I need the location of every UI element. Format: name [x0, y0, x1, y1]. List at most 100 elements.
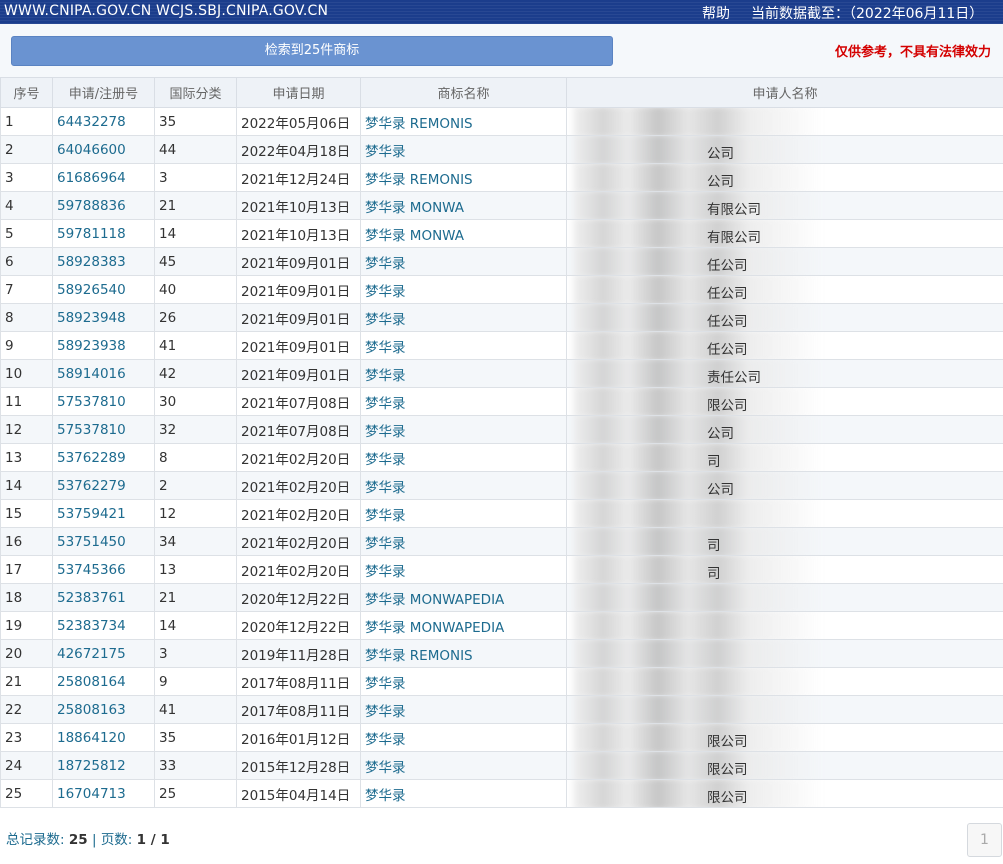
- trademark-name-link[interactable]: 梦华录: [360, 331, 567, 360]
- registration-number-link[interactable]: 58914016: [52, 359, 155, 388]
- intl-class: 14: [154, 611, 237, 640]
- registration-number-link[interactable]: 64046600: [52, 135, 155, 164]
- table-row[interactable]: 7 58926540 40 2021年09月01日 梦华录 任公司: [0, 275, 1003, 304]
- table-row[interactable]: 14 53762279 2 2021年02月20日 梦华录 公司: [0, 471, 1003, 500]
- trademark-name-link[interactable]: 梦华录: [360, 779, 567, 808]
- intl-class: 2: [154, 471, 237, 500]
- trademark-name-link[interactable]: 梦华录 MONWA: [360, 191, 567, 220]
- trademark-name-link[interactable]: 梦华录: [360, 135, 567, 164]
- trademark-name-link[interactable]: 梦华录: [360, 303, 567, 332]
- table-row[interactable]: 17 53745366 13 2021年02月20日 梦华录 司: [0, 555, 1003, 584]
- registration-number-link[interactable]: 16704713: [52, 779, 155, 808]
- registration-number-link[interactable]: 58923938: [52, 331, 155, 360]
- trademark-name-link[interactable]: 梦华录: [360, 527, 567, 556]
- page-button[interactable]: 1: [967, 823, 1002, 857]
- table-row[interactable]: 24 18725812 33 2015年12月28日 梦华录 限公司: [0, 751, 1003, 780]
- application-date: 2019年11月28日: [236, 639, 361, 668]
- registration-number-link[interactable]: 53762289: [52, 443, 155, 472]
- table-row[interactable]: 16 53751450 34 2021年02月20日 梦华录 司: [0, 527, 1003, 556]
- trademark-name-link[interactable]: 梦华录: [360, 695, 567, 724]
- table-row[interactable]: 21 25808164 9 2017年08月11日 梦华录: [0, 667, 1003, 696]
- table-row[interactable]: 10 58914016 42 2021年09月01日 梦华录 责任公司: [0, 359, 1003, 388]
- trademark-name-link[interactable]: 梦华录: [360, 415, 567, 444]
- table-row[interactable]: 6 58928383 45 2021年09月01日 梦华录 任公司: [0, 247, 1003, 276]
- registration-number-link[interactable]: 53762279: [52, 471, 155, 500]
- trademark-name-link[interactable]: 梦华录 MONWA: [360, 219, 567, 248]
- table-row[interactable]: 3 61686964 3 2021年12月24日 梦华录 REMONIS 公司: [0, 163, 1003, 192]
- table-row[interactable]: 4 59788836 21 2021年10月13日 梦华录 MONWA 有限公司: [0, 191, 1003, 220]
- applicant-name-tail: 限公司: [707, 790, 748, 806]
- row-number: 2: [0, 135, 53, 164]
- trademark-name-link[interactable]: 梦华录: [360, 723, 567, 752]
- trademark-name-link[interactable]: 梦华录: [360, 443, 567, 472]
- col-header-applicant[interactable]: 申请人名称: [566, 77, 1003, 108]
- registration-number-link[interactable]: 52383761: [52, 583, 155, 612]
- col-header-reg[interactable]: 申请/注册号: [52, 77, 155, 108]
- row-number: 15: [0, 499, 53, 528]
- registration-number-link[interactable]: 57537810: [52, 387, 155, 416]
- registration-number-link[interactable]: 53759421: [52, 499, 155, 528]
- intl-class: 44: [154, 135, 237, 164]
- registration-number-link[interactable]: 58928383: [52, 247, 155, 276]
- registration-number-link[interactable]: 58926540: [52, 275, 155, 304]
- trademark-name-link[interactable]: 梦华录 REMONIS: [360, 639, 567, 668]
- col-header-date[interactable]: 申请日期: [236, 77, 361, 108]
- application-date: 2021年10月13日: [236, 219, 361, 248]
- col-header-no[interactable]: 序号: [0, 77, 53, 108]
- registration-number-link[interactable]: 53751450: [52, 527, 155, 556]
- table-row[interactable]: 18 52383761 21 2020年12月22日 梦华录 MONWAPEDIA: [0, 583, 1003, 612]
- applicant-name-redacted: 公司: [566, 163, 1003, 192]
- trademark-name-link[interactable]: 梦华录: [360, 471, 567, 500]
- table-row[interactable]: 8 58923948 26 2021年09月01日 梦华录 任公司: [0, 303, 1003, 332]
- table-row[interactable]: 2 64046600 44 2022年04月18日 梦华录 公司: [0, 135, 1003, 164]
- trademark-name-link[interactable]: 梦华录 REMONIS: [360, 163, 567, 192]
- table-row[interactable]: 9 58923938 41 2021年09月01日 梦华录 任公司: [0, 331, 1003, 360]
- intl-class: 3: [154, 639, 237, 668]
- table-row[interactable]: 12 57537810 32 2021年07月08日 梦华录 公司: [0, 415, 1003, 444]
- trademark-name-link[interactable]: 梦华录: [360, 247, 567, 276]
- table-row[interactable]: 25 16704713 25 2015年04月14日 梦华录 限公司: [0, 779, 1003, 808]
- table-row[interactable]: 13 53762289 8 2021年02月20日 梦华录 司: [0, 443, 1003, 472]
- trademark-name-link[interactable]: 梦华录: [360, 667, 567, 696]
- table-row[interactable]: 23 18864120 35 2016年01月12日 梦华录 限公司: [0, 723, 1003, 752]
- help-link[interactable]: 帮助: [702, 3, 730, 23]
- table-row[interactable]: 15 53759421 12 2021年02月20日 梦华录: [0, 499, 1003, 528]
- registration-number-link[interactable]: 18864120: [52, 723, 155, 752]
- redaction-blur: [573, 220, 823, 247]
- application-date: 2021年09月01日: [236, 275, 361, 304]
- registration-number-link[interactable]: 59788836: [52, 191, 155, 220]
- table-row[interactable]: 22 25808163 41 2017年08月11日 梦华录: [0, 695, 1003, 724]
- registration-number-link[interactable]: 18725812: [52, 751, 155, 780]
- trademark-name-link[interactable]: 梦华录: [360, 499, 567, 528]
- registration-number-link[interactable]: 64432278: [52, 107, 155, 136]
- registration-number-link[interactable]: 61686964: [52, 163, 155, 192]
- trademark-name-link[interactable]: 梦华录: [360, 275, 567, 304]
- registration-number-link[interactable]: 53745366: [52, 555, 155, 584]
- registration-number-link[interactable]: 25808164: [52, 667, 155, 696]
- intl-class: 32: [154, 415, 237, 444]
- trademark-name-link[interactable]: 梦华录 MONWAPEDIA: [360, 611, 567, 640]
- registration-number-link[interactable]: 42672175: [52, 639, 155, 668]
- registration-number-link[interactable]: 58923948: [52, 303, 155, 332]
- registration-number-link[interactable]: 57537810: [52, 415, 155, 444]
- table-row[interactable]: 1 64432278 35 2022年05月06日 梦华录 REMONIS: [0, 107, 1003, 136]
- registration-number-link[interactable]: 52383734: [52, 611, 155, 640]
- trademark-name-link[interactable]: 梦华录 MONWAPEDIA: [360, 583, 567, 612]
- table-row[interactable]: 19 52383734 14 2020年12月22日 梦华录 MONWAPEDIA: [0, 611, 1003, 640]
- trademark-name-link[interactable]: 梦华录: [360, 359, 567, 388]
- trademark-name-link[interactable]: 梦华录 REMONIS: [360, 107, 567, 136]
- col-header-class[interactable]: 国际分类: [154, 77, 237, 108]
- table-row[interactable]: 20 42672175 3 2019年11月28日 梦华录 REMONIS: [0, 639, 1003, 668]
- trademark-name-link[interactable]: 梦华录: [360, 555, 567, 584]
- result-count-button[interactable]: 检索到25件商标: [11, 36, 613, 66]
- trademark-name-link[interactable]: 梦华录: [360, 387, 567, 416]
- registration-number-link[interactable]: 25808163: [52, 695, 155, 724]
- row-number: 6: [0, 247, 53, 276]
- table-row[interactable]: 5 59781118 14 2021年10月13日 梦华录 MONWA 有限公司: [0, 219, 1003, 248]
- table-row[interactable]: 11 57537810 30 2021年07月08日 梦华录 限公司: [0, 387, 1003, 416]
- trademark-name-link[interactable]: 梦华录: [360, 751, 567, 780]
- redaction-blur: [573, 472, 823, 499]
- application-date: 2015年04月14日: [236, 779, 361, 808]
- col-header-name[interactable]: 商标名称: [360, 77, 567, 108]
- registration-number-link[interactable]: 59781118: [52, 219, 155, 248]
